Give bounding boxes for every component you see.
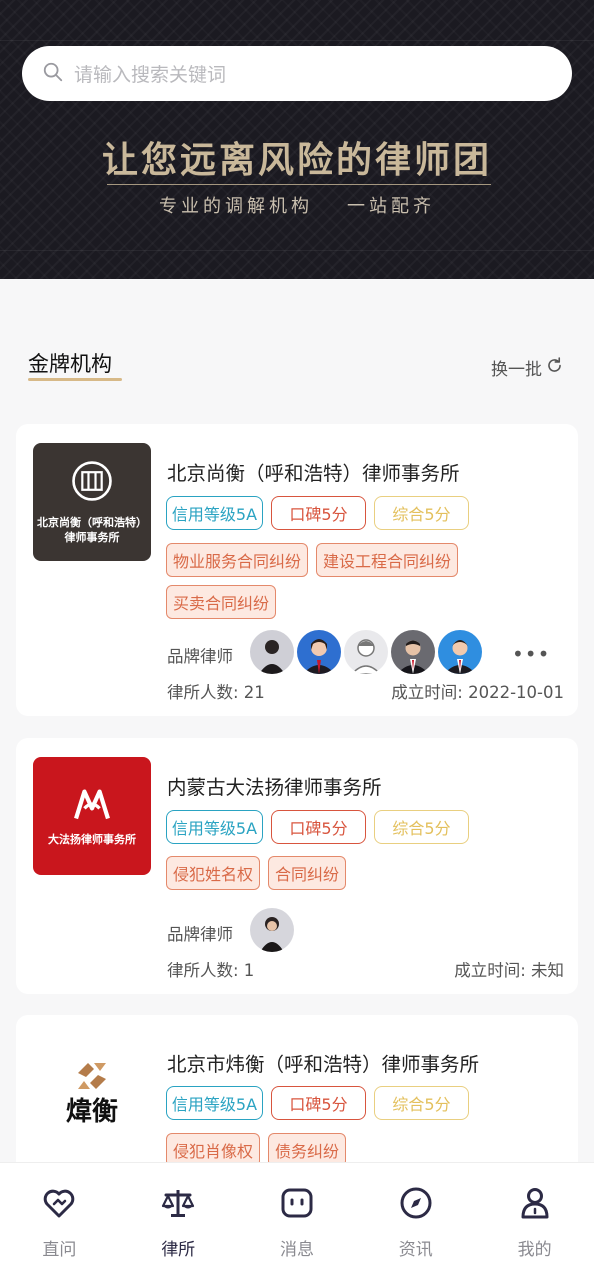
brand-lawyers-label: 品牌律师 [167,647,233,666]
practice-tag: 侵犯肖像权 [166,1133,261,1167]
scales-icon [160,1185,196,1225]
tab-label: 消息 [279,1240,314,1260]
search-icon [42,61,64,87]
rating-badges: 信用等级5A 口碑5分 综合5分 [166,810,469,844]
firm-name[interactable]: 内蒙古大法扬律师事务所 [167,771,382,800]
firm-logo-caption: 煒衡 [65,1097,118,1127]
refresh-icon [542,356,564,380]
credit-badge: 信用等级5A [166,1086,263,1120]
banner-subtitle: 专业的调解机构 一站配齐 [0,192,594,218]
practice-tag: 债务纠纷 [268,1133,347,1167]
firm-emblem-icon [78,1063,106,1089]
practice-tags: 侵犯姓名权 合同纠纷 [166,856,486,890]
section-title-text: 金牌机构 [28,352,112,376]
avatar[interactable] [344,630,388,674]
tab-label: 直问 [42,1240,77,1260]
tab-law-firms[interactable]: 律所 [119,1163,238,1280]
practice-tags: 物业服务合同纠纷 建设工程合同纠纷 买卖合同纠纷 [166,543,486,619]
firm-member-count: 律所人数: 21 [167,683,265,702]
banner-divider [107,184,491,185]
bottom-tab-bar: 直问 律所 消息 资讯 我的 [0,1163,594,1280]
rating-badges: 信用等级5A 口碑5分 综合5分 [166,1086,469,1120]
tab-label: 律所 [161,1240,196,1260]
practice-tags: 侵犯肖像权 债务纠纷 [166,1133,486,1167]
firm-logo-caption: 北京尚衡（呼和浩特） [37,516,147,529]
firm-name[interactable]: 北京尚衡（呼和浩特）律师事务所 [167,457,460,486]
brand-lawyers-label: 品牌律师 [167,925,233,944]
search-bar[interactable]: 请输入搜索关键词 [22,46,572,101]
firm-logo-caption: 大法扬律师事务所 [48,832,136,846]
tab-ask[interactable]: 直问 [0,1163,119,1280]
practice-tag: 建设工程合同纠纷 [316,543,459,577]
firm-emblem-icon [72,461,112,501]
compass-icon [398,1185,434,1225]
avatar[interactable] [438,630,482,674]
avatar[interactable] [391,630,435,674]
heart-chat-icon [41,1185,77,1225]
message-icon [279,1185,315,1225]
banner-slogan: 让您远离风险的律师团 [101,139,492,181]
practice-tag: 合同纠纷 [268,856,347,890]
practice-tag: 侵犯姓名权 [166,856,261,890]
tab-messages[interactable]: 消息 [238,1163,357,1280]
section-title: 金牌机构 [28,348,122,381]
more-lawyers-button[interactable]: ••• [512,642,550,666]
hero-banner: 请输入搜索关键词 让您远离风险的律师团 专业的调解机构 一站配齐 [0,0,594,279]
person-icon [517,1185,553,1225]
reputation-badge: 口碑5分 [271,1086,366,1120]
firm-card[interactable]: 大法扬律师事务所 内蒙古大法扬律师事务所 信用等级5A 口碑5分 综合5分 侵犯… [16,738,578,994]
firm-member-count: 律所人数: 1 [167,961,255,980]
firm-logo: 大法扬律师事务所 [33,757,151,875]
refresh-button[interactable]: 换一批 [491,355,564,380]
credit-badge: 信用等级5A [166,810,263,844]
firm-founded-date: 成立时间: 2022-10-01 [391,683,564,702]
overall-badge: 综合5分 [374,810,469,844]
reputation-badge: 口碑5分 [271,496,366,530]
firm-emblem-icon [74,788,110,819]
refresh-label: 换一批 [491,360,542,380]
firm-logo-caption: 律师事务所 [64,531,120,544]
tab-news[interactable]: 资讯 [356,1163,475,1280]
lawyer-avatars [250,908,294,952]
section-title-underline [28,378,122,381]
tab-profile[interactable]: 我的 [475,1163,594,1280]
firm-logo: 北京尚衡（呼和浩特） 律师事务所 [33,443,151,561]
tab-label: 资讯 [398,1240,433,1260]
practice-tag: 买卖合同纠纷 [166,585,277,619]
firm-name[interactable]: 北京市炜衡（呼和浩特）律师事务所 [167,1048,479,1077]
overall-badge: 综合5分 [374,1086,469,1120]
banner-subtitle-right: 一站配齐 [347,196,435,217]
lawyer-avatars [250,630,482,674]
firm-card[interactable]: 北京尚衡（呼和浩特） 律师事务所 北京尚衡（呼和浩特）律师事务所 信用等级5A … [16,424,578,716]
firm-founded-date: 成立时间: 未知 [454,961,564,980]
firm-logo: 煒衡 [33,1034,151,1152]
reputation-badge: 口碑5分 [271,810,366,844]
credit-badge: 信用等级5A [166,496,263,530]
practice-tag: 物业服务合同纠纷 [166,543,309,577]
avatar[interactable] [250,630,294,674]
overall-badge: 综合5分 [374,496,469,530]
search-input[interactable]: 请输入搜索关键词 [74,60,226,87]
rating-badges: 信用等级5A 口碑5分 综合5分 [166,496,469,530]
avatar[interactable] [250,908,294,952]
banner-subtitle-left: 专业的调解机构 [159,196,313,217]
tab-label: 我的 [517,1240,552,1260]
avatar[interactable] [297,630,341,674]
